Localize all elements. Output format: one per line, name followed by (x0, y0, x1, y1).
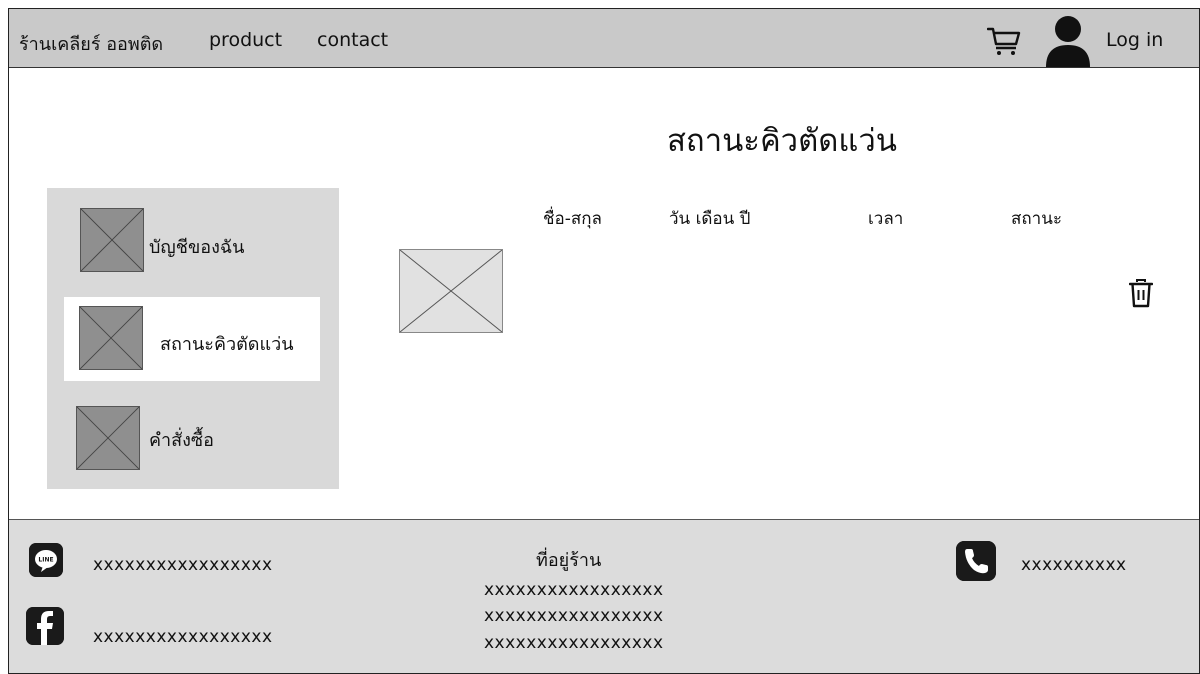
sidebar-item-my-account[interactable]: บัญชีของฉัน (47, 198, 339, 288)
image-placeholder-icon (76, 406, 140, 470)
trash-icon[interactable] (1129, 278, 1153, 308)
column-header-date: วัน เดือน ปี (669, 209, 751, 229)
nav-contact-link[interactable]: contact (317, 29, 388, 51)
address-line: xxxxxxxxxxxxxxxxx (484, 580, 664, 600)
column-header-time: เวลา (868, 209, 904, 229)
account-sidebar: บัญชีของฉัน สถานะคิวตัดแว่น คำสั่งซื้อ (47, 188, 339, 489)
column-header-name: ชื่อ-สกุล (543, 209, 602, 229)
login-link[interactable]: Log in (1106, 29, 1163, 51)
sidebar-item-label: บัญชีของฉัน (149, 237, 245, 258)
nav-product-link[interactable]: product (209, 29, 282, 51)
facebook-icon[interactable] (26, 607, 64, 645)
facebook-text: xxxxxxxxxxxxxxxxx (93, 627, 273, 647)
phone-icon[interactable] (956, 541, 996, 581)
brand-name[interactable]: ร้านเคลียร์ ออพติด (19, 29, 163, 58)
page-frame: ร้านเคลียร์ ออพติด product contact Log i… (8, 8, 1200, 674)
user-icon[interactable] (1043, 15, 1093, 67)
sidebar-item-queue-status[interactable]: สถานะคิวตัดแว่น (64, 297, 320, 381)
cart-icon[interactable] (987, 26, 1021, 56)
sidebar-item-label: คำสั่งซื้อ (149, 430, 214, 451)
sidebar-item-orders[interactable]: คำสั่งซื้อ (47, 394, 339, 484)
sidebar-item-label: สถานะคิวตัดแว่น (160, 334, 294, 355)
address-title: ที่อยู่ร้าน (536, 550, 602, 571)
address-line: xxxxxxxxxxxxxxxxx (484, 633, 664, 653)
address-line: xxxxxxxxxxxxxxxxx (484, 606, 664, 626)
line-id-text: xxxxxxxxxxxxxxxxx (93, 555, 273, 575)
line-icon[interactable]: LINE (29, 543, 63, 577)
column-header-status: สถานะ (1011, 209, 1062, 229)
svg-text:LINE: LINE (38, 557, 53, 564)
footer: LINE xxxxxxxxxxxxxxxxx xxxxxxxxxxxxxxxxx… (9, 519, 1199, 673)
product-image-placeholder (399, 249, 503, 333)
page-title: สถานะคิวตัดแว่น (667, 123, 897, 159)
phone-number-text: xxxxxxxxxx (1021, 555, 1127, 575)
image-placeholder-icon (79, 306, 143, 370)
top-navbar: ร้านเคลียร์ ออพติด product contact Log i… (9, 9, 1199, 68)
image-placeholder-icon (80, 208, 144, 272)
